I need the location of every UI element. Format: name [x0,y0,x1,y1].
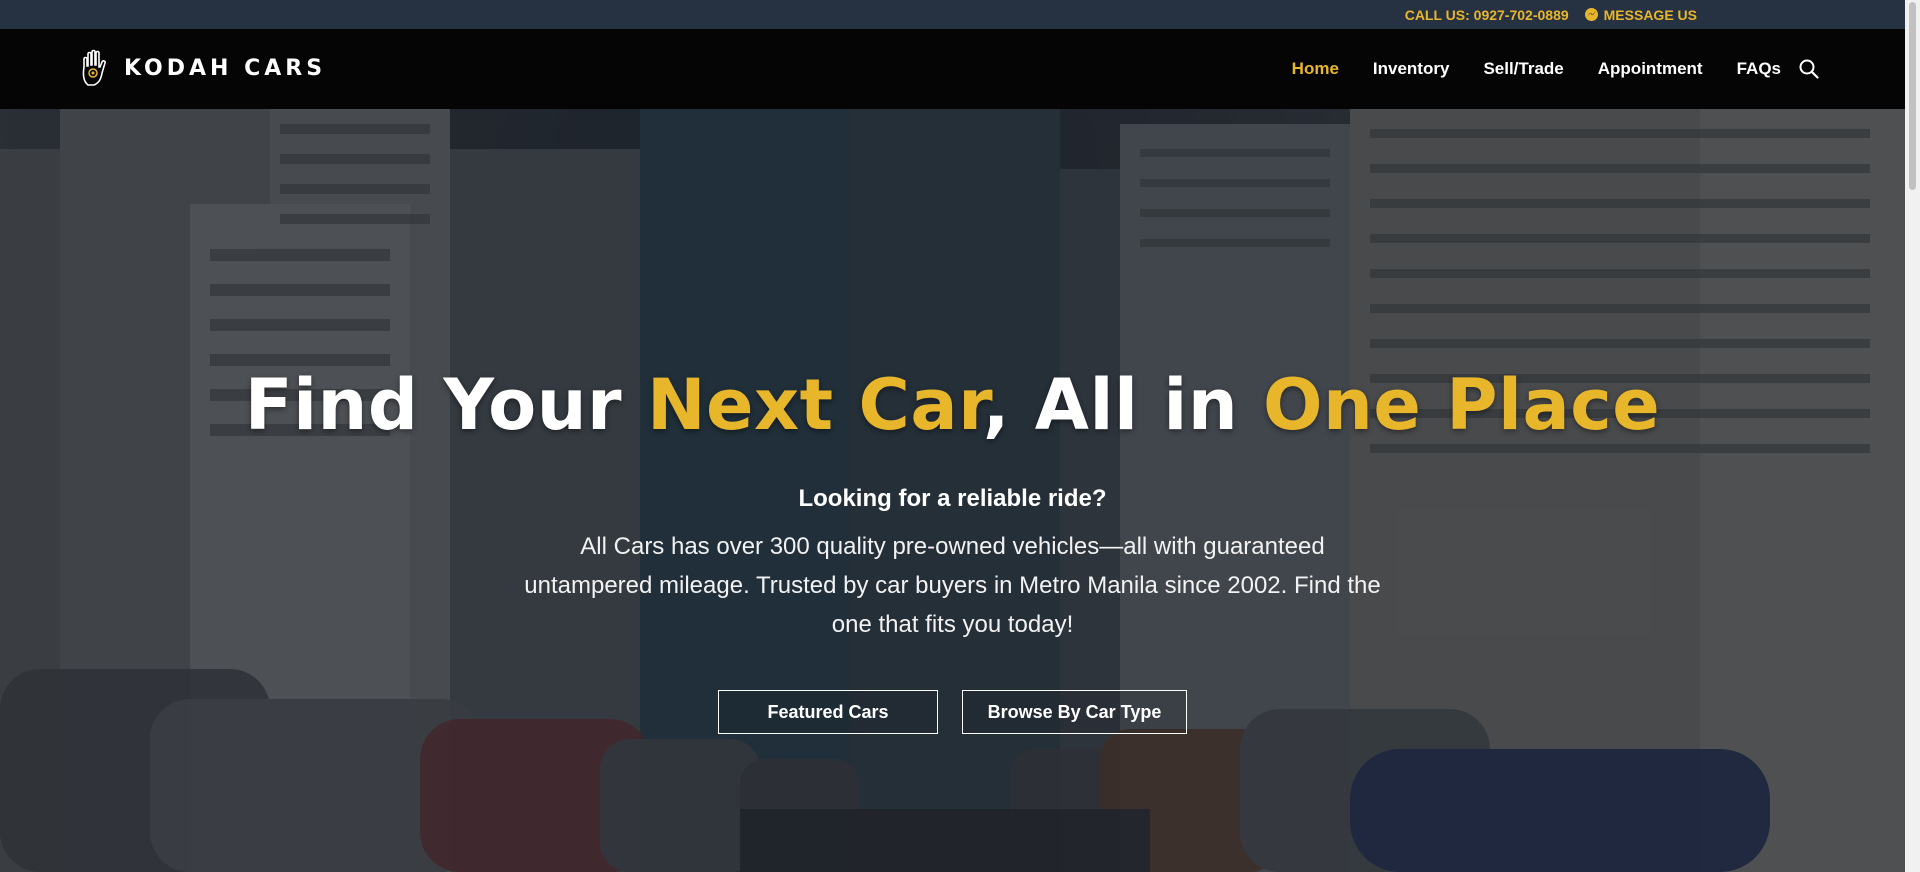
search-icon[interactable] [1798,58,1820,80]
brand-logo-link[interactable]: KODAH CARS [80,49,326,87]
headline-highlight-one-place: One Place [1263,364,1661,446]
headline-text-2: , All in [982,364,1264,446]
headline-text-1: Find Your [244,364,647,446]
nav-item-appointment[interactable]: Appointment [1598,59,1703,79]
scrollbar-thumb[interactable] [1909,2,1916,190]
messenger-icon [1584,8,1598,21]
hamsa-hand-logo [82,49,106,86]
nav-item-home[interactable]: Home [1292,59,1339,79]
main-navbar: KODAH CARS Home Inventory Sell/Trade App… [0,29,1905,109]
browse-by-car-type-button[interactable]: Browse By Car Type [962,690,1187,734]
nav-item-faqs[interactable]: FAQs [1737,59,1781,79]
message-us-label: MESSAGE US [1603,6,1697,23]
hero-headline: Find Your Next Car, All in One Place [0,364,1905,446]
call-us-link[interactable]: CALL US: 0927-702-0889 [1405,7,1569,23]
page-scrollbar[interactable] [1905,0,1920,872]
hero-content: Find Your Next Car, All in One Place Loo… [0,109,1905,872]
top-utility-bar: CALL US: 0927-702-0889 MESSAGE US [0,0,1905,29]
hero-section: Find Your Next Car, All in One Place Loo… [0,109,1905,872]
featured-cars-button[interactable]: Featured Cars [718,690,938,734]
message-us-link[interactable]: MESSAGE US [1584,6,1697,23]
nav-item-inventory[interactable]: Inventory [1373,59,1450,79]
hero-subheading: Looking for a reliable ride? [798,485,1107,512]
nav-item-sell-trade[interactable]: Sell/Trade [1483,59,1563,79]
brand-name: KODAH CARS [124,55,327,81]
hero-description: All Cars has over 300 quality pre-owned … [524,533,1381,638]
primary-nav: Home Inventory Sell/Trade Appointment FA… [1292,29,1781,109]
headline-highlight-next-car: Next Car [646,364,983,446]
